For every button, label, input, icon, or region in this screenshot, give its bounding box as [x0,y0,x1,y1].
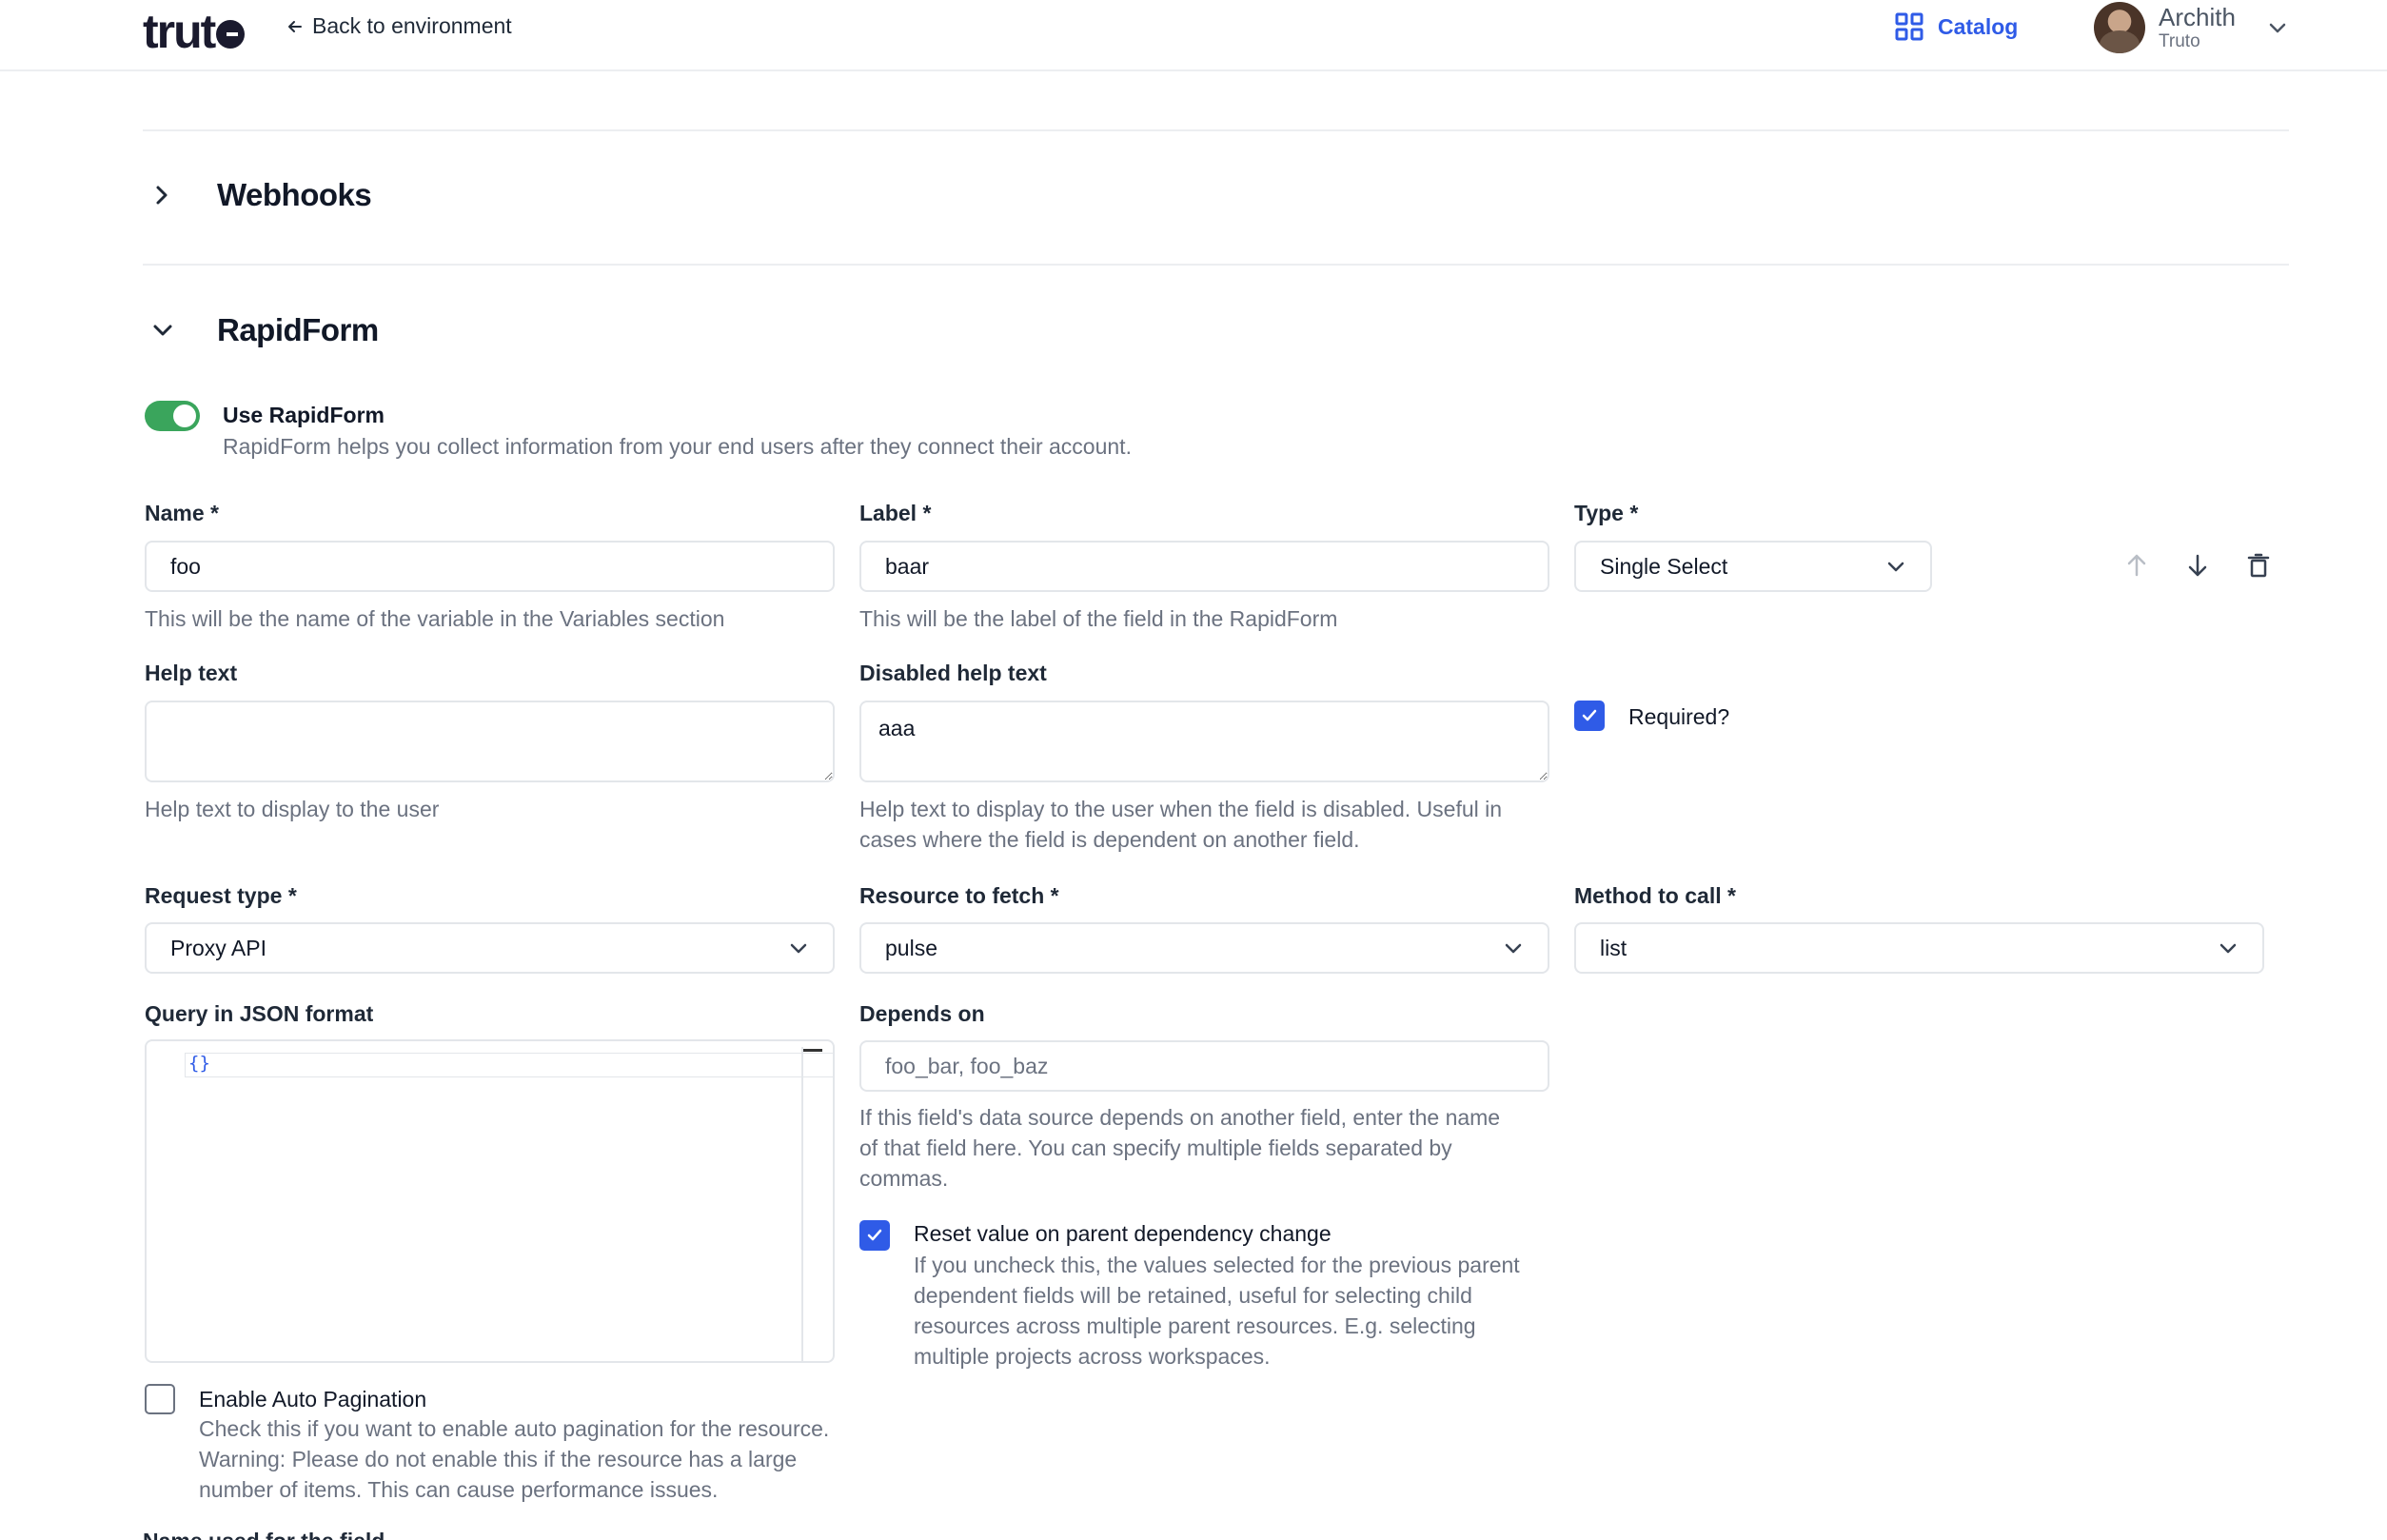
query-json-editor[interactable]: {} [145,1039,835,1363]
arrow-up-icon [2127,554,2146,577]
divider [143,264,2289,266]
trash-icon [2247,553,2270,578]
resource-label: Resource to fetch * [859,883,1059,908]
resource-select[interactable]: pulse [859,922,1549,974]
move-up-button[interactable] [2118,546,2156,584]
move-down-button[interactable] [2179,546,2217,584]
back-to-environment-link[interactable]: Back to environment [286,13,512,39]
chevron-down-icon [2219,943,2237,954]
required-label: Required? [1628,704,1730,729]
disabled-help-text-textarea[interactable]: aaa [859,701,1549,782]
arrow-left-icon [288,20,302,32]
request-type-label: Request type * [145,883,297,908]
truto-logo[interactable]: trutotrut [143,4,246,59]
resource-value: pulse [885,935,937,960]
reset-value-desc-4: multiple projects across workspaces. [914,1344,1271,1369]
depends-on-label: Depends on [859,1001,985,1026]
depends-on-input[interactable] [859,1040,1549,1092]
auto-pagination-desc-1: Check this if you want to enable auto pa… [199,1416,830,1441]
user-menu[interactable]: Archith Truto [2094,2,2289,53]
field-label-hint: This will be the label of the field in t… [859,606,1338,631]
type-select-value: Single Select [1600,553,1728,579]
editor-scrollbar[interactable] [801,1047,822,1361]
help-text-textarea[interactable] [145,701,835,782]
required-checkbox[interactable] [1574,701,1605,731]
help-text-hint: Help text to display to the user [145,797,440,821]
section-title-webhooks: Webhooks [217,177,372,212]
request-type-select[interactable]: Proxy API [145,922,835,974]
reset-value-desc-2: dependent fields will be retained, usefu… [914,1283,1472,1308]
editor-active-line [185,1053,833,1077]
auto-pagination-desc-2: Warning: Please do not enable this if th… [199,1447,798,1471]
check-icon [1582,709,1597,721]
chevron-down-icon [1887,562,1904,572]
delete-field-button[interactable] [2239,546,2278,584]
reset-value-desc-1: If you uncheck this, the values selected… [914,1253,1520,1277]
section-rapidform[interactable]: RapidForm [143,310,379,350]
back-link-label: Back to environment [312,13,512,38]
editor-content: {} [188,1053,210,1074]
next-field-label: Name used for the field [143,1527,385,1540]
check-icon [867,1229,882,1241]
use-rapidform-description: RapidForm helps you collect information … [223,434,1132,459]
arrow-down-icon [2188,554,2207,577]
query-json-label: Query in JSON format [145,1001,374,1026]
depends-on-hint-2: of that field here. You can specify mult… [859,1135,1452,1160]
depends-on-hint-1: If this field's data source depends on a… [859,1105,1501,1130]
chevron-down-icon [790,943,807,954]
use-rapidform-label: Use RapidForm [223,403,385,427]
field-label-label: Label * [859,501,932,525]
auto-pagination-desc-3: number of items. This can cause performa… [199,1477,719,1502]
name-hint: This will be the name of the variable in… [145,606,725,631]
disabled-help-text-hint-2: cases where the field is dependent on an… [859,827,1360,852]
name-label: Name * [145,501,219,525]
chevron-down-icon [2269,23,2286,33]
grid-icon [1895,12,1923,41]
disabled-help-text-hint-1: Help text to display to the user when th… [859,797,1503,821]
name-input[interactable] [145,541,835,592]
field-label-input[interactable] [859,541,1549,592]
auto-pagination-label: Enable Auto Pagination [199,1387,427,1412]
method-value: list [1600,935,1628,960]
top-bar: trutotrut Back to environment Catalog Ar… [0,0,2387,71]
chevron-down-icon [1505,943,1522,954]
user-name: Archith [2159,3,2236,31]
catalog-label: Catalog [1938,13,2019,39]
use-rapidform-toggle[interactable] [145,401,200,431]
type-select[interactable]: Single Select [1574,541,1932,592]
section-title-rapidform: RapidForm [217,312,379,347]
divider [143,129,2289,131]
section-webhooks[interactable]: Webhooks [143,175,372,215]
catalog-link[interactable]: Catalog [1894,11,2018,42]
method-select[interactable]: list [1574,922,2264,974]
auto-pagination-checkbox[interactable] [145,1384,175,1414]
logo-dot [216,20,246,49]
chevron-down-icon [153,325,172,336]
request-type-value: Proxy API [170,935,266,960]
help-text-label: Help text [145,661,238,685]
method-label: Method to call * [1574,883,1736,908]
user-info: Archith Truto [2159,3,2236,52]
reset-value-label: Reset value on parent dependency change [914,1221,1332,1246]
reset-value-checkbox[interactable] [859,1220,890,1251]
user-org: Truto [2159,31,2200,51]
reset-value-desc-3: resources across multiple parent resourc… [914,1313,1476,1338]
disabled-help-text-label: Disabled help text [859,661,1047,685]
type-label: Type * [1574,501,1639,525]
chevron-right-icon [156,186,168,205]
avatar [2094,2,2145,53]
depends-on-hint-3: commas. [859,1166,949,1191]
